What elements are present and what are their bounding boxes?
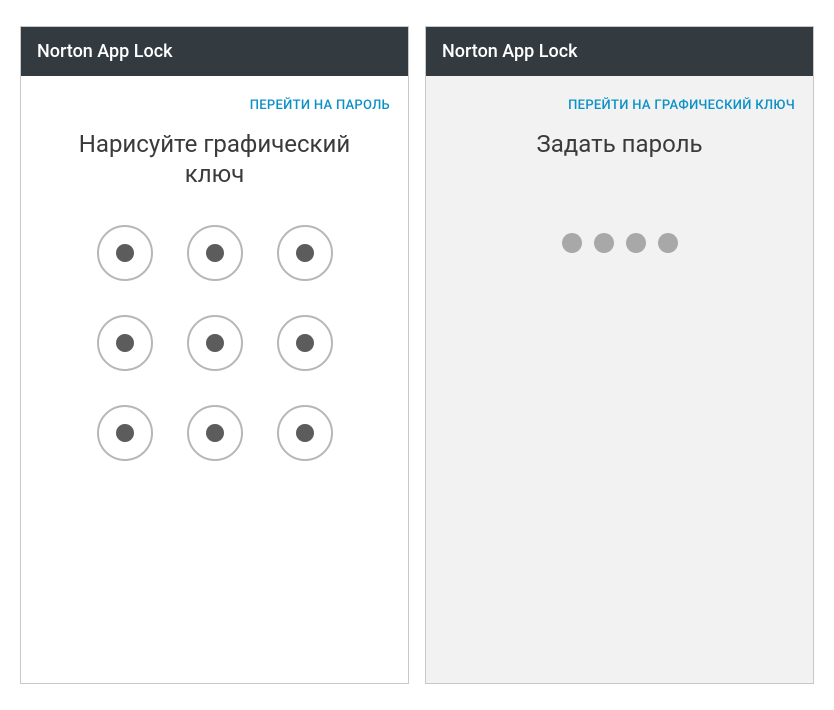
dot-icon — [206, 334, 224, 352]
pattern-node[interactable] — [277, 315, 333, 371]
pattern-grid[interactable] — [21, 225, 408, 461]
dot-icon — [206, 244, 224, 262]
pattern-node[interactable] — [97, 315, 153, 371]
dot-icon — [296, 424, 314, 442]
app-title: Norton App Lock — [37, 41, 172, 62]
pattern-node[interactable] — [277, 225, 333, 281]
app-header: Norton App Lock — [21, 27, 408, 76]
pattern-node[interactable] — [187, 225, 243, 281]
dot-icon — [116, 334, 134, 352]
pattern-node[interactable] — [97, 405, 153, 461]
app-title: Norton App Lock — [442, 41, 577, 62]
instruction-text: Задать пароль — [426, 121, 813, 189]
dot-icon — [206, 424, 224, 442]
pattern-node[interactable] — [187, 315, 243, 371]
dot-icon — [116, 244, 134, 262]
dot-icon — [296, 244, 314, 262]
app-header: Norton App Lock — [426, 27, 813, 76]
pattern-node[interactable] — [97, 225, 153, 281]
pattern-node[interactable] — [277, 405, 333, 461]
dot-icon — [296, 334, 314, 352]
pin-indicator — [426, 233, 813, 253]
pin-dot-icon — [658, 233, 678, 253]
pin-dot-icon — [594, 233, 614, 253]
dot-icon — [116, 424, 134, 442]
pattern-node[interactable] — [187, 405, 243, 461]
instruction-text: Нарисуйте графический ключ — [21, 121, 408, 219]
password-lock-screen: Norton App Lock ПЕРЕЙТИ НА ГРАФИЧЕСКИЙ К… — [425, 26, 814, 684]
pin-dot-icon — [626, 233, 646, 253]
pin-dot-icon — [562, 233, 582, 253]
switch-to-pattern-link[interactable]: ПЕРЕЙТИ НА ГРАФИЧЕСКИЙ КЛЮЧ — [568, 98, 795, 113]
switch-to-password-link[interactable]: ПЕРЕЙТИ НА ПАРОЛЬ — [250, 98, 390, 113]
switch-mode-container: ПЕРЕЙТИ НА ГРАФИЧЕСКИЙ КЛЮЧ — [426, 76, 813, 121]
switch-mode-container: ПЕРЕЙТИ НА ПАРОЛЬ — [21, 76, 408, 121]
pattern-lock-screen: Norton App Lock ПЕРЕЙТИ НА ПАРОЛЬ Нарису… — [20, 26, 409, 684]
